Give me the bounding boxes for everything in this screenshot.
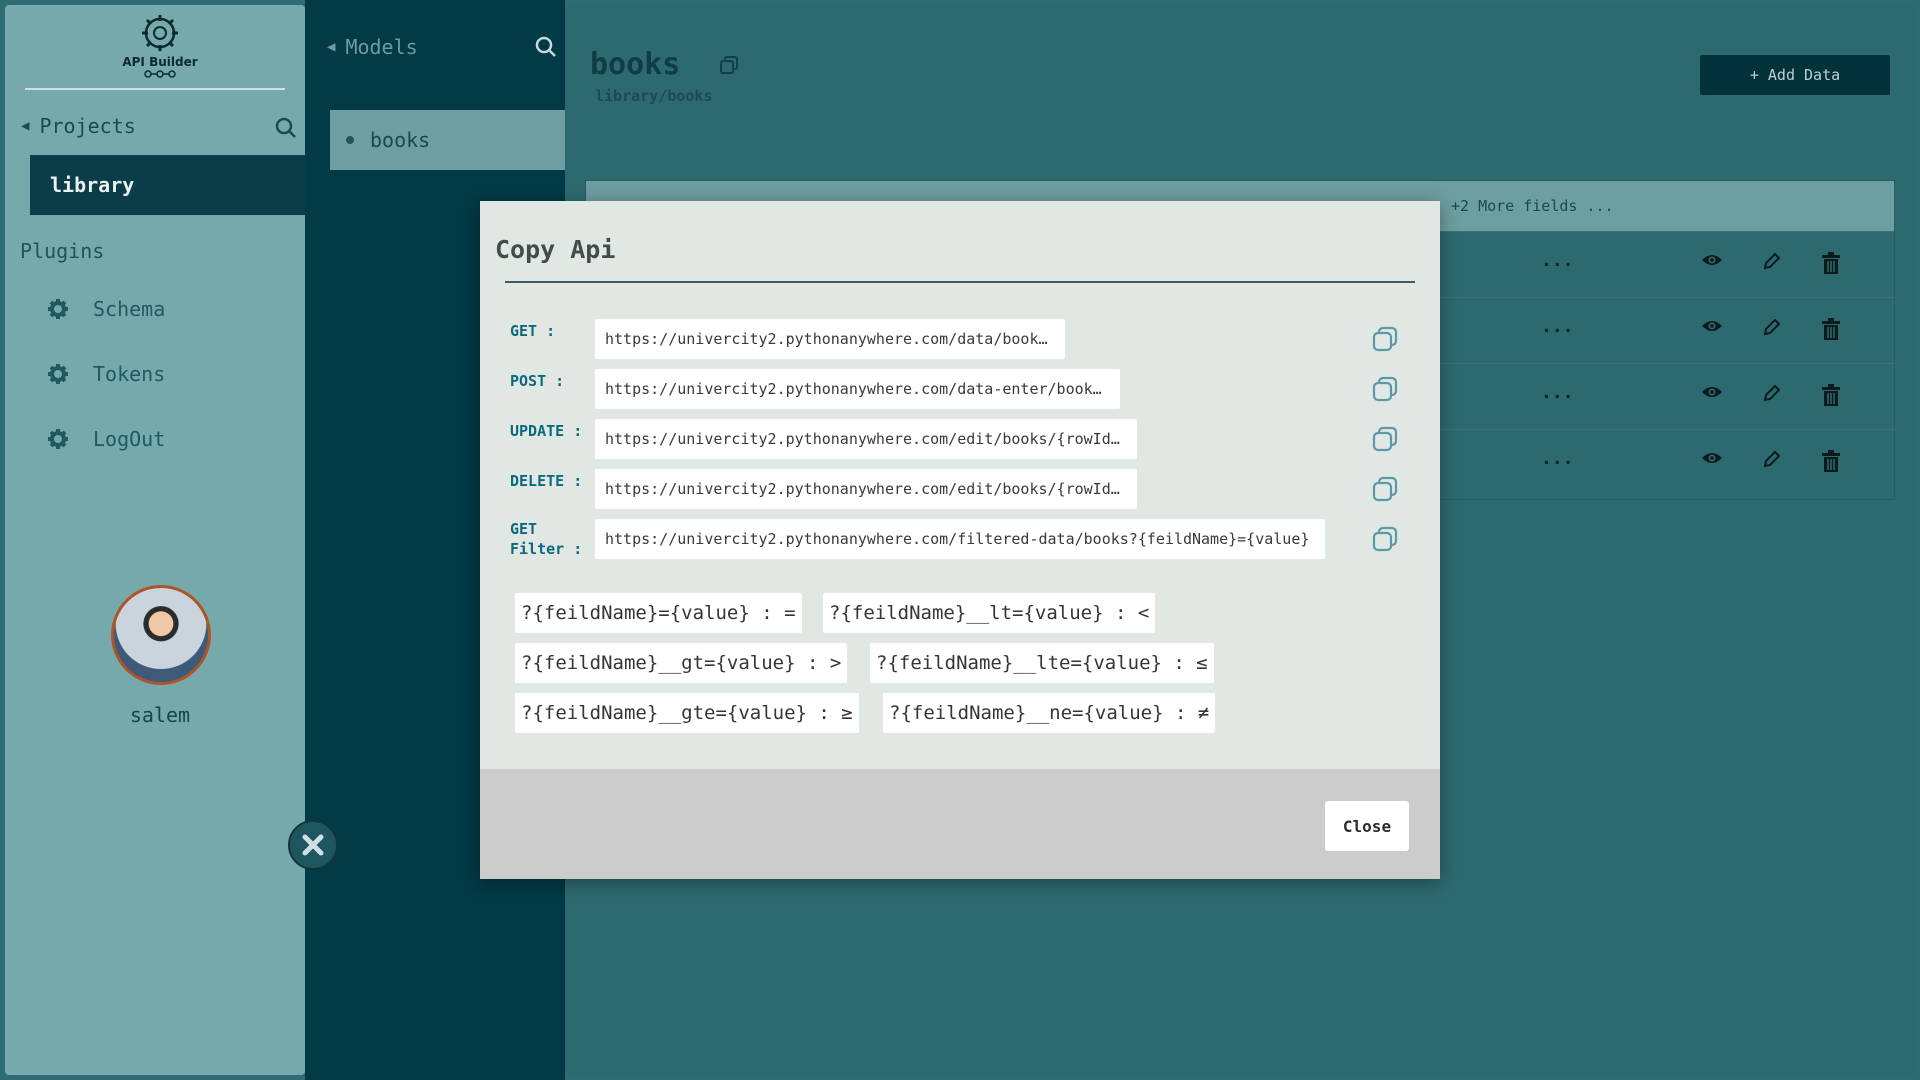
eye-icon[interactable] [1701, 450, 1723, 466]
filter-chip[interactable]: ?{feildName}__gt={value} : > [515, 643, 848, 683]
projects-label: Projects [39, 114, 136, 138]
eye-icon[interactable] [1701, 384, 1723, 400]
app-logo[interactable]: API Builder [120, 13, 200, 79]
divider [505, 281, 1415, 283]
copy-icon[interactable] [1371, 475, 1399, 503]
api-url-field[interactable]: https://univercity2.pythonanywhere.com/e… [595, 469, 1137, 509]
modal-title: Copy Api [495, 235, 616, 264]
page-title-text: books [590, 47, 681, 82]
collapse-triangle-icon[interactable]: ◀ [21, 118, 29, 134]
api-row-get: GET : https://univercity2.pythonanywhere… [510, 319, 1430, 361]
username: salem [129, 703, 191, 727]
search-icon[interactable] [275, 117, 297, 144]
pencil-icon[interactable] [1763, 384, 1781, 402]
trash-icon[interactable] [1822, 450, 1840, 472]
api-url-field[interactable]: https://univercity2.pythonanywhere.com/f… [595, 519, 1325, 559]
divider [25, 88, 285, 90]
gear-icon [47, 363, 73, 385]
page-title: books [590, 47, 739, 82]
close-icon [302, 834, 324, 856]
bullet-icon [346, 136, 354, 144]
api-url-field[interactable]: https://univercity2.pythonanywhere.com/d… [595, 369, 1120, 409]
filter-chip[interactable]: ?{feildName}={value} : = [515, 593, 802, 633]
api-url-field[interactable]: https://univercity2.pythonanywhere.com/e… [595, 419, 1137, 459]
plugins-title: Plugins [20, 239, 105, 263]
api-row-update: UPDATE : https://univercity2.pythonanywh… [510, 419, 1430, 461]
cell-ellipsis: ... [1541, 250, 1574, 271]
copy-api-modal: Copy Api GET : https://univercity2.pytho… [480, 201, 1440, 879]
more-fields-label[interactable]: +2 More fields ... [1451, 197, 1614, 215]
eye-icon[interactable] [1701, 318, 1723, 334]
api-method-label: GET Filter : [510, 520, 583, 558]
copy-icon[interactable] [720, 55, 739, 74]
model-item-books[interactable]: books [330, 110, 570, 170]
plugin-label: Tokens [93, 362, 166, 386]
copy-icon[interactable] [1371, 375, 1399, 403]
plugin-item-tokens[interactable]: Tokens [47, 359, 165, 389]
avatar[interactable] [111, 585, 211, 685]
logo-text: API Builder [122, 55, 198, 69]
gear-icon [47, 298, 73, 320]
cell-ellipsis: ... [1541, 448, 1574, 469]
collapse-triangle-icon[interactable]: ◀ [327, 39, 335, 55]
sidebar: API Builder ◀ Projects library Plugins S… [5, 5, 310, 1075]
plugin-label: LogOut [93, 427, 166, 451]
api-row-post: POST : https://univercity2.pythonanywher… [510, 369, 1430, 411]
cell-ellipsis: ... [1541, 382, 1574, 403]
add-data-button[interactable]: + Add Data [1700, 55, 1890, 95]
pencil-icon[interactable] [1763, 318, 1781, 336]
trash-icon[interactable] [1822, 318, 1840, 340]
api-url-field[interactable]: https://univercity2.pythonanywhere.com/d… [595, 319, 1065, 359]
search-icon[interactable] [535, 36, 557, 63]
plugin-item-logout[interactable]: LogOut [47, 424, 165, 454]
model-label: books [370, 128, 431, 152]
projects-header[interactable]: ◀ Projects [21, 113, 297, 139]
brain-gear-icon [142, 15, 178, 51]
models-label: Models [345, 35, 418, 59]
copy-icon[interactable] [1371, 325, 1399, 353]
api-row-get-filter: GET Filter : https://univercity2.pythona… [510, 519, 1430, 561]
filter-chip[interactable]: ?{feildName}__lt={value} : < [823, 593, 1156, 633]
filter-chip[interactable]: ?{feildName}__gte={value} : ≥ [515, 693, 859, 733]
pencil-icon[interactable] [1763, 450, 1781, 468]
eye-icon[interactable] [1701, 252, 1723, 268]
breadcrumb: library/books [595, 87, 713, 105]
copy-icon[interactable] [1371, 525, 1399, 553]
close-sidebar-button[interactable] [288, 820, 338, 870]
filter-chip[interactable]: ?{feildName}__ne={value} : ≠ [883, 693, 1216, 733]
close-button[interactable]: Close [1325, 801, 1409, 851]
pencil-icon[interactable] [1763, 252, 1781, 270]
project-item-library[interactable]: library [30, 155, 310, 215]
api-row-delete: DELETE : https://univercity2.pythonanywh… [510, 469, 1430, 511]
circuit-icon [144, 70, 176, 78]
cell-ellipsis: ... [1541, 316, 1574, 337]
plugin-item-schema[interactable]: Schema [47, 294, 165, 324]
models-header[interactable]: ◀ Models [327, 34, 557, 60]
trash-icon[interactable] [1822, 252, 1840, 274]
plugin-label: Schema [93, 297, 166, 321]
modal-footer: Close [480, 769, 1440, 879]
filter-chip[interactable]: ?{feildName}__lte={value} : ≤ [870, 643, 1214, 683]
gear-icon [47, 428, 73, 450]
copy-icon[interactable] [1371, 425, 1399, 453]
trash-icon[interactable] [1822, 384, 1840, 406]
